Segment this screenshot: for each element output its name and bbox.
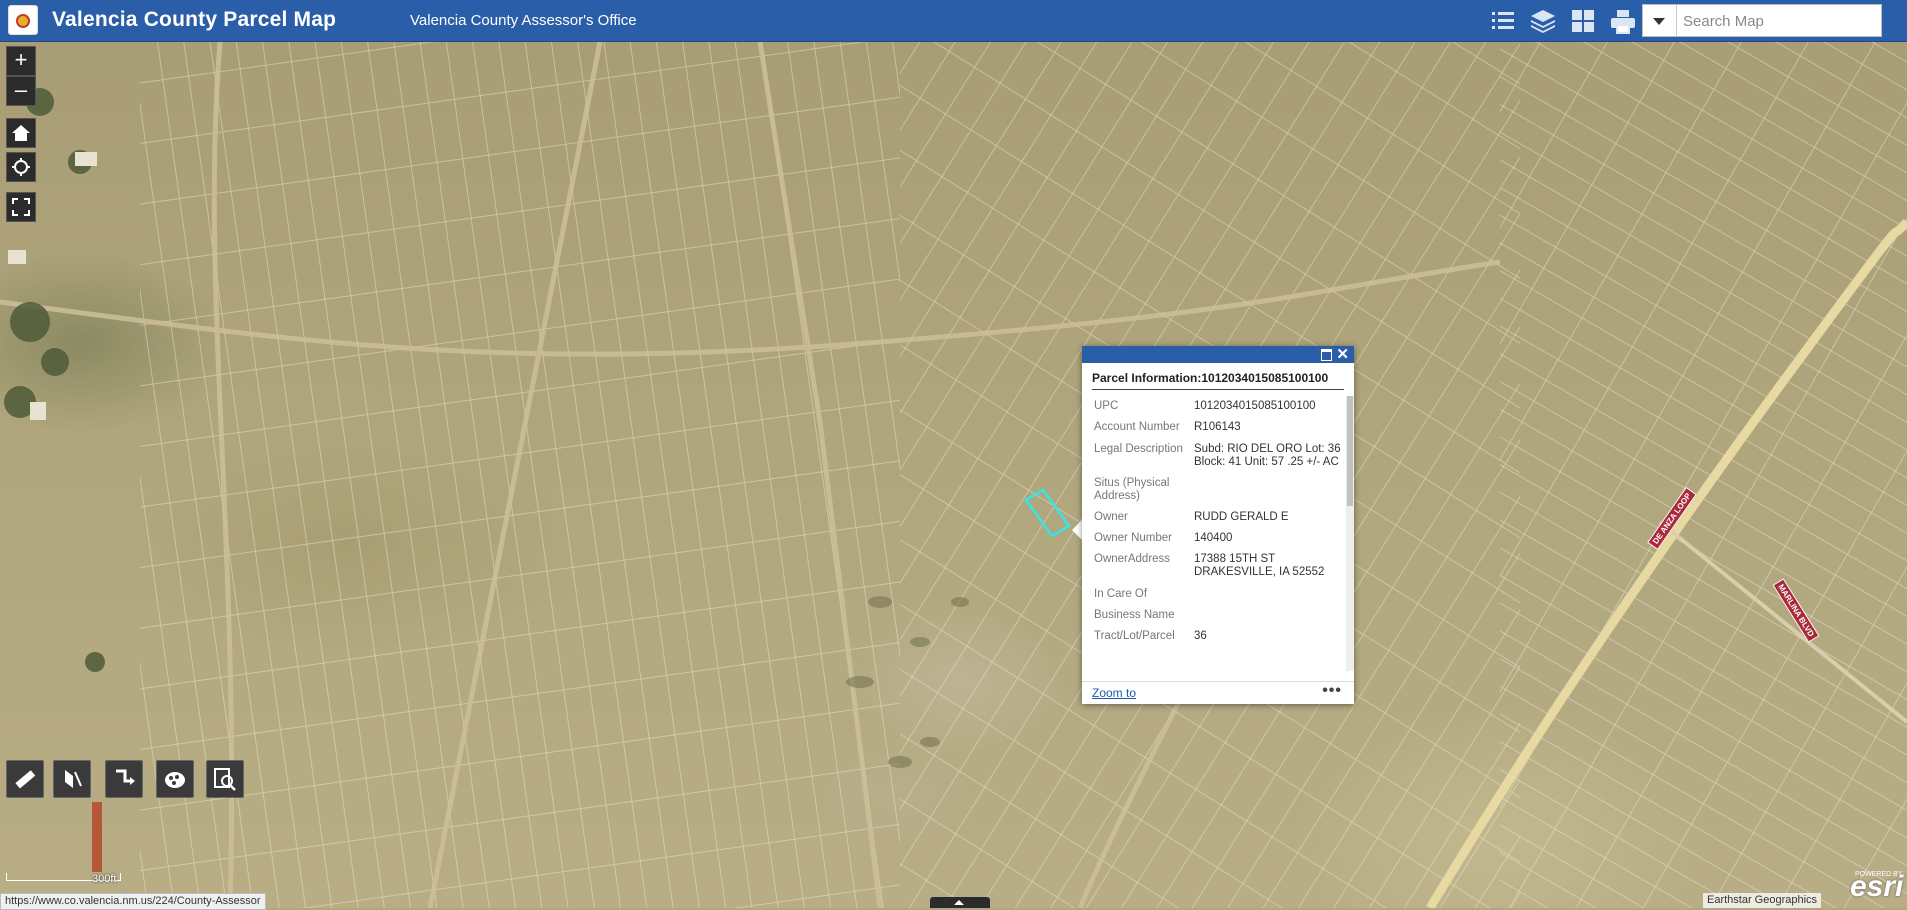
field-key: Owner Number xyxy=(1094,532,1172,544)
field-key: In Care Of xyxy=(1094,588,1148,600)
home-button[interactable] xyxy=(6,118,36,148)
app-title: Valencia County Parcel Map xyxy=(52,8,337,31)
field-value: 1012034015085100100 xyxy=(1194,400,1316,412)
zoom-out-button[interactable]: – xyxy=(6,76,36,106)
popup-scrollbar[interactable] xyxy=(1346,396,1354,671)
field-key: Account Number xyxy=(1094,421,1180,433)
field-value xyxy=(1194,588,1344,601)
zoom-in-button[interactable]: + xyxy=(6,46,36,76)
field-value xyxy=(1194,609,1344,622)
query-icon xyxy=(214,768,236,791)
popup-header: ✕ xyxy=(1082,346,1354,363)
field-value: RUDD GERALD E xyxy=(1194,511,1289,523)
field-row: Tract/Lot/Parcel 36 xyxy=(1094,630,1344,643)
popup-body: UPC 1012034015085100100 Account Number R… xyxy=(1082,396,1344,671)
legend-list-icon[interactable] xyxy=(1488,6,1518,36)
field-key: Tract/Lot/Parcel xyxy=(1094,630,1175,642)
status-url: https://www.co.valencia.nm.us/224/County… xyxy=(0,893,266,910)
basemap-gallery-icon[interactable] xyxy=(1568,6,1598,36)
draw-icon xyxy=(65,770,82,788)
measure-button[interactable] xyxy=(6,760,44,798)
layers-icon[interactable] xyxy=(1528,6,1558,36)
search-input[interactable] xyxy=(1681,9,1880,34)
field-key: Legal Description xyxy=(1094,443,1183,455)
map-view[interactable]: DE ANZA LOOP MARLINA BLVD xyxy=(0,42,1907,908)
field-value: 17388 15TH ST DRAKESVILLE, IA 52552 xyxy=(1194,553,1325,578)
field-row: UPC 1012034015085100100 xyxy=(1094,400,1344,413)
zoom-in-icon: + xyxy=(14,47,28,72)
esri-logo: esri xyxy=(1850,870,1904,903)
field-row: Owner RUDD GERALD E xyxy=(1094,511,1344,524)
popup-footer: Zoom to ••• xyxy=(1082,681,1354,704)
zoom-out-icon: – xyxy=(14,77,28,102)
directions-button[interactable] xyxy=(105,760,143,798)
field-value: 140400 xyxy=(1194,532,1233,544)
expand-panel-button[interactable] xyxy=(930,897,990,908)
locate-icon xyxy=(12,158,30,176)
app-subtitle: Valencia County Assessor's Office xyxy=(410,12,637,29)
home-icon xyxy=(12,125,30,141)
popup-pointer xyxy=(1072,520,1082,540)
print-icon[interactable] xyxy=(1608,6,1638,36)
locate-button[interactable] xyxy=(6,152,36,182)
app-header: Valencia County Parcel Map Valencia Coun… xyxy=(0,0,1907,42)
scale-label: 300ft xyxy=(92,873,117,885)
popup-title: Parcel Information:1012034015085100100 xyxy=(1092,371,1344,390)
field-value: 36 xyxy=(1194,630,1207,642)
field-key: Owner xyxy=(1094,511,1128,523)
field-row: In Care Of xyxy=(1094,588,1344,601)
field-key: UPC xyxy=(1094,400,1119,412)
edit-button[interactable] xyxy=(156,760,194,798)
edit-icon xyxy=(165,772,185,788)
parcel-layer xyxy=(0,42,1907,908)
field-value xyxy=(1194,477,1344,503)
map-attribution: Earthstar Geographics xyxy=(1703,893,1822,908)
close-icon[interactable]: ✕ xyxy=(1336,345,1349,363)
field-key: Business Name xyxy=(1094,609,1175,621)
search-source-dropdown[interactable] xyxy=(1643,5,1677,36)
more-actions-icon[interactable]: ••• xyxy=(1322,682,1342,700)
field-value: Subd: RIO DEL ORO Lot: 36 Block: 41 Unit… xyxy=(1194,443,1341,468)
field-row: Owner Number 140400 xyxy=(1094,532,1344,545)
query-button[interactable] xyxy=(206,760,244,798)
field-row: Business Name xyxy=(1094,609,1344,622)
parcel-popup: ✕ Parcel Information:1012034015085100100… xyxy=(1082,346,1354,704)
fullscreen-icon xyxy=(12,198,30,216)
field-key: OwnerAddress xyxy=(1094,553,1171,565)
field-row: Account Number R106143 xyxy=(1094,421,1344,434)
measure-icon xyxy=(15,770,36,789)
field-value: R106143 xyxy=(1194,421,1241,433)
county-logo xyxy=(8,5,38,35)
field-row: Situs (Physical Address) xyxy=(1094,477,1344,503)
field-key: Situs (Physical Address) xyxy=(1094,477,1170,502)
fullscreen-button[interactable] xyxy=(6,192,36,222)
field-row: OwnerAddress 17388 15TH ST DRAKESVILLE, … xyxy=(1094,553,1344,579)
zoom-to-link[interactable]: Zoom to xyxy=(1092,686,1136,700)
draw-button[interactable] xyxy=(53,760,91,798)
directions-icon xyxy=(116,769,135,785)
maximize-icon[interactable] xyxy=(1321,349,1332,361)
search-box xyxy=(1642,4,1882,37)
field-row: Legal Description Subd: RIO DEL ORO Lot:… xyxy=(1094,443,1344,469)
